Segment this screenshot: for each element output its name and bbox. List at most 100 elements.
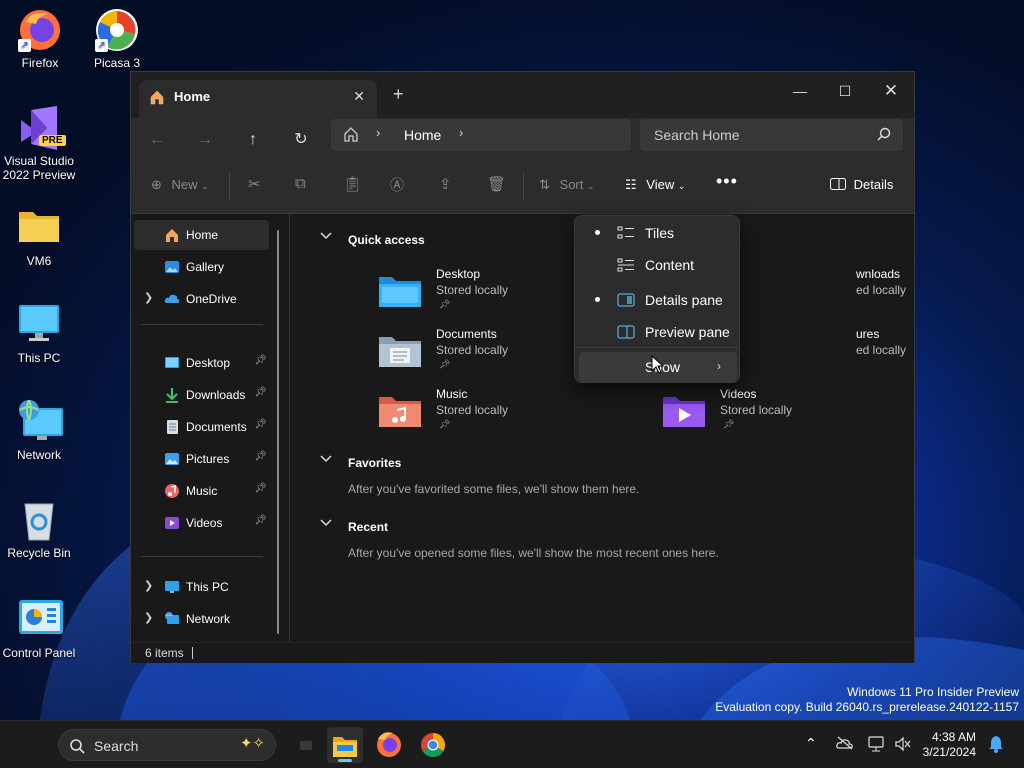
pin-icon: 📌︎ [723, 419, 735, 429]
onedrive-offline-icon[interactable] [836, 736, 854, 753]
chevron-down-icon [320, 455, 332, 466]
desktop-icon-vm6[interactable]: VM6 [0, 206, 79, 268]
shortcut-arrow-icon: ↗ [18, 39, 31, 52]
copy-icon[interactable]: ⧉ [295, 175, 306, 192]
mouse-cursor-icon [651, 355, 665, 374]
details-button[interactable]: Details [830, 177, 893, 192]
nav-item-this-pc[interactable]: ❯ This PC [134, 572, 269, 602]
rename-icon[interactable]: Ⓐ [390, 175, 404, 195]
task-view-icon[interactable] [290, 727, 326, 763]
back-arrow-icon[interactable]: ← [145, 128, 169, 152]
chevron-up-icon[interactable]: ⌃ [805, 735, 817, 752]
home-icon [149, 89, 165, 108]
tile-videos[interactable]: Videos Stored locally 📌︎ [662, 387, 852, 443]
chevron-right-icon[interactable]: ❯ [144, 291, 153, 304]
tile-downloads[interactable]: wnloads ed locally [812, 267, 912, 323]
chevron-right-icon[interactable]: ❯ [144, 579, 153, 592]
pin-icon[interactable]: 📌︎ [254, 515, 267, 526]
menu-item-details-pane[interactable]: Details pane [579, 285, 737, 315]
desktop-icon-control-panel[interactable]: Control Panel [0, 598, 79, 660]
download-icon [164, 387, 180, 403]
tab-home[interactable]: Home ✕ [139, 80, 377, 118]
tile-pictures[interactable]: ures ed locally [812, 327, 912, 383]
forward-arrow-icon[interactable]: → [193, 128, 217, 152]
paste-icon[interactable]: 📋︎ [343, 175, 362, 193]
scrollbar[interactable] [277, 230, 279, 634]
new-tab-icon[interactable]: + [393, 84, 404, 105]
new-button[interactable]: ⊕ New ⌄ [151, 177, 209, 193]
clock[interactable]: 4:38 AM 3/21/2024 [923, 730, 976, 760]
desktop-icon-picasa[interactable]: ↗ Picasa 3 [77, 8, 157, 70]
refresh-icon[interactable]: ↻ [289, 128, 313, 152]
network-status-icon[interactable] [868, 736, 886, 755]
nav-item-home[interactable]: Home [134, 220, 269, 250]
sort-button[interactable]: ⇅ Sort ⌄ [539, 177, 595, 193]
more-options-icon[interactable]: ••• [716, 171, 738, 192]
tile-music[interactable]: Music Stored locally 📌︎ [378, 387, 568, 443]
notification-bell-icon[interactable] [988, 735, 1004, 756]
desktop-icon [164, 355, 180, 371]
nav-item-desktop[interactable]: Desktop 📌︎ [134, 348, 269, 378]
minimize-button[interactable]: — [778, 76, 822, 106]
breadcrumb-home[interactable]: Home [404, 127, 441, 143]
selected-dot-icon [595, 230, 600, 235]
close-button[interactable]: ✕ [869, 76, 913, 106]
divider [229, 172, 230, 200]
menu-item-tiles[interactable]: Tiles [579, 218, 737, 248]
chevron-right-icon[interactable]: › [376, 125, 380, 140]
delete-icon[interactable]: 🗑︎ [487, 175, 506, 193]
nav-item-music[interactable]: Music 📌︎ [134, 476, 269, 506]
pin-icon[interactable]: 📌︎ [254, 355, 267, 366]
pin-icon: 📌︎ [439, 359, 451, 369]
nav-item-videos[interactable]: Videos 📌︎ [134, 508, 269, 538]
network-icon [164, 611, 180, 627]
share-icon[interactable]: ⇪ [439, 175, 452, 193]
nav-item-network[interactable]: ❯ Network [134, 604, 269, 634]
nav-item-onedrive[interactable]: ❯ OneDrive [134, 284, 269, 314]
desktop-icon-visual-studio[interactable]: PRE Visual Studio 2022 Preview [0, 106, 79, 182]
chrome-taskbar-icon[interactable] [415, 727, 451, 763]
divider [141, 324, 263, 325]
address-bar[interactable]: › Home › [331, 119, 631, 151]
pin-icon[interactable]: 📌︎ [254, 483, 267, 494]
details-pane-icon [830, 177, 850, 192]
firefox-taskbar-icon[interactable] [371, 727, 407, 763]
volume-muted-icon[interactable] [894, 736, 912, 755]
taskbar-search[interactable]: Search ✦✧ [58, 729, 276, 761]
search-box[interactable]: Search Home [640, 119, 903, 151]
pin-icon[interactable]: 📌︎ [254, 451, 267, 462]
nav-item-documents[interactable]: Documents 📌︎ [134, 412, 269, 442]
cut-icon[interactable]: ✂ [248, 175, 261, 193]
pin-icon[interactable]: 📌︎ [254, 419, 267, 430]
title-bar: Home ✕ + — ☐ ✕ [131, 72, 914, 118]
chevron-right-icon[interactable]: ❯ [144, 611, 153, 624]
windows-watermark: Windows 11 Pro Insider Preview Evaluatio… [715, 685, 1019, 714]
desktop-icon-recycle-bin[interactable]: Recycle Bin [0, 498, 79, 560]
plus-circle-icon: ⊕ [151, 177, 162, 192]
desktop-icon-firefox[interactable]: ↗ Firefox [0, 8, 80, 70]
file-explorer-taskbar-icon[interactable] [327, 727, 363, 763]
monitor-icon [164, 579, 180, 595]
favorites-empty-message: After you've favorited some files, we'll… [348, 482, 640, 496]
nav-item-pictures[interactable]: Pictures 📌︎ [134, 444, 269, 474]
desktop-icon-network[interactable]: Network [0, 399, 79, 462]
control-panel-icon [17, 598, 63, 642]
recent-empty-message: After you've opened some files, we'll sh… [348, 546, 719, 560]
maximize-button[interactable]: ☐ [823, 76, 867, 106]
tile-documents[interactable]: Documents Stored locally 📌︎ [378, 327, 568, 383]
nav-item-gallery[interactable]: Gallery [134, 252, 269, 282]
close-tab-icon[interactable]: ✕ [353, 88, 365, 105]
divider [141, 556, 263, 557]
nav-item-downloads[interactable]: Downloads 📌︎ [134, 380, 269, 410]
menu-item-content[interactable]: Content [579, 250, 737, 280]
file-explorer-window: Home ✕ + — ☐ ✕ ← → ↑ ↻ › Home › Search H… [130, 71, 915, 663]
chevron-right-icon[interactable]: › [459, 125, 463, 140]
tile-desktop[interactable]: Desktop Stored locally 📌︎ [378, 267, 568, 323]
menu-item-preview-pane[interactable]: Preview pane [579, 317, 737, 347]
desktop-icon-this-pc[interactable]: This PC [0, 303, 79, 365]
chevron-down-icon: ⌄ [587, 181, 595, 191]
view-button[interactable]: ☷ View ⌄ [625, 177, 685, 193]
taskbar: Search ✦✧ ⌃ 4:38 AM 3/21/2024 [0, 720, 1024, 768]
pin-icon[interactable]: 📌︎ [254, 387, 267, 398]
up-arrow-icon[interactable]: ↑ [241, 128, 265, 152]
